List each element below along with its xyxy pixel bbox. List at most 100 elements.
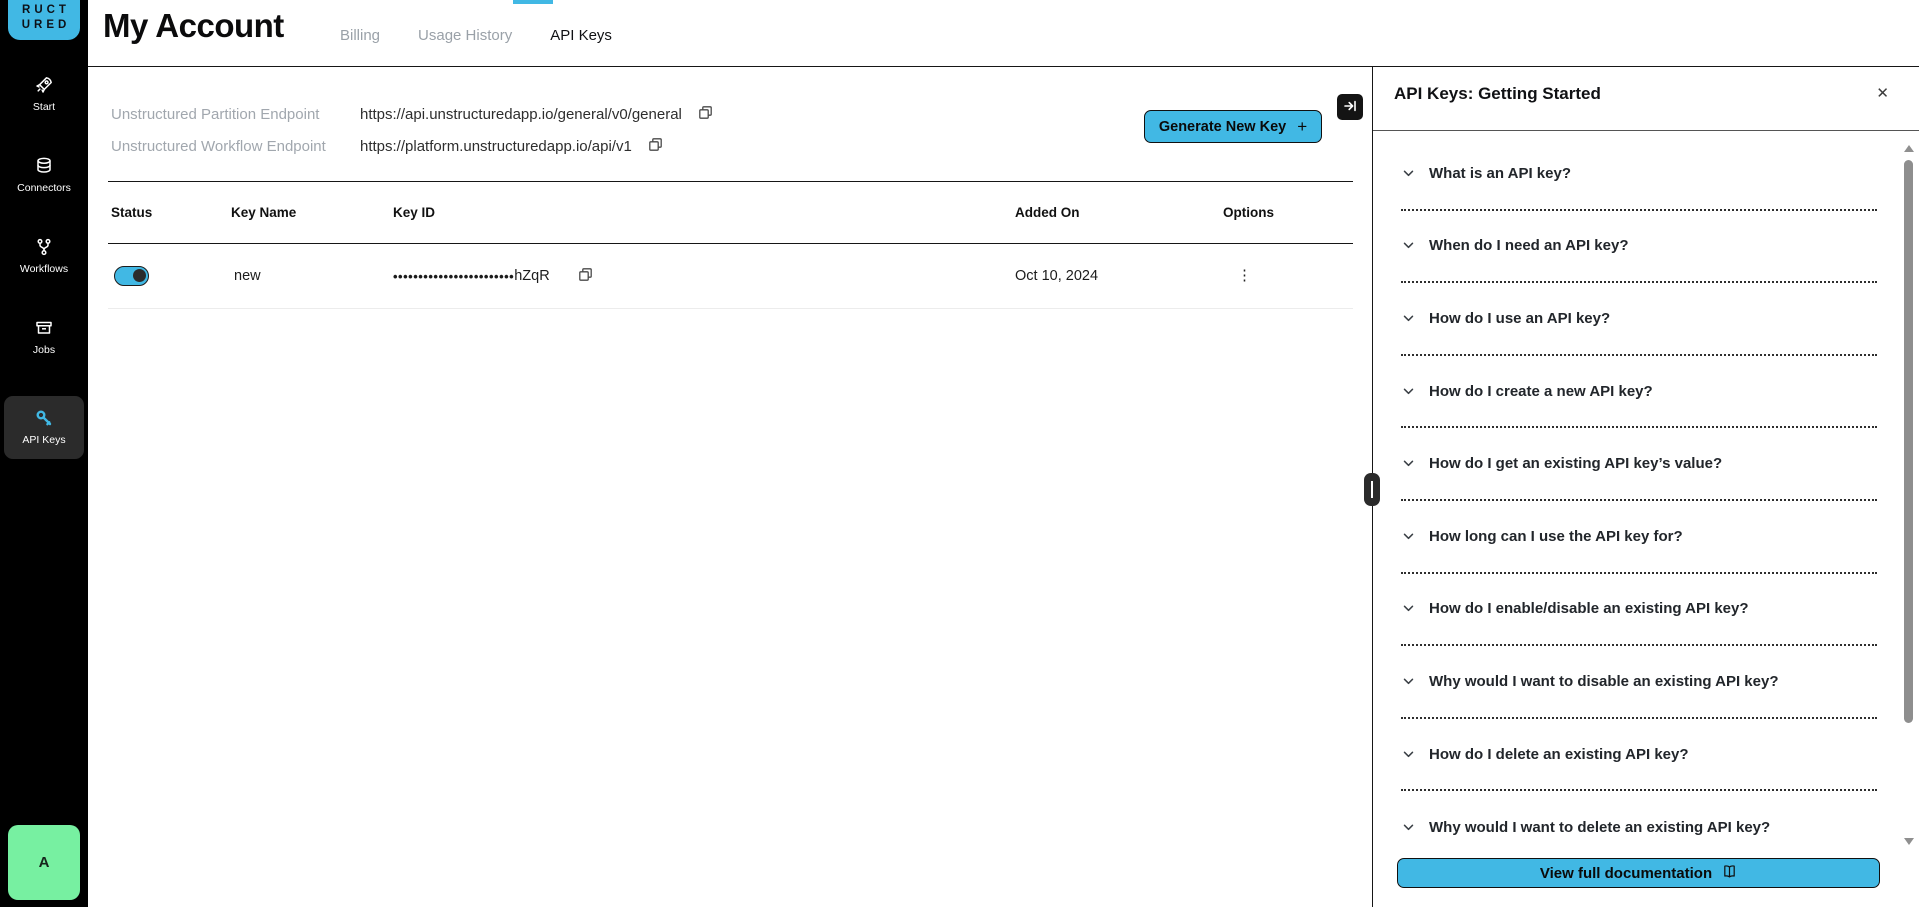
getting-started-panel: API Keys: Getting Started ✕ What is an A…	[1372, 67, 1919, 907]
key-id-cell: •••••••••••••••••••••••• hZqR	[390, 267, 1012, 285]
page-body: Unstructured Partition Endpoint https://…	[88, 67, 1919, 907]
sidebar-item-workflows[interactable]: Workflows	[4, 228, 84, 283]
tab-billing[interactable]: Billing	[340, 27, 380, 44]
copy-workflow-endpoint-button[interactable]	[648, 137, 663, 155]
sidebar-nav: Start Connectors	[0, 66, 88, 485]
chevron-down-icon	[1401, 820, 1416, 835]
faq-question-text: How do I get an existing API key’s value…	[1429, 455, 1722, 472]
chevron-down-icon	[1401, 311, 1416, 326]
row-options-kebab-icon[interactable]: ⋮	[1237, 268, 1252, 283]
chevron-down-icon	[1401, 166, 1416, 181]
faq-accordion-item[interactable]: When do I need an API key?	[1401, 211, 1877, 284]
copy-icon	[648, 137, 663, 155]
faq-accordion-item[interactable]: How do I delete an existing API key?	[1401, 719, 1877, 792]
chevron-down-icon	[1401, 456, 1416, 471]
scrollbar-thumb[interactable]	[1904, 160, 1913, 723]
sidebar-item-connectors[interactable]: Connectors	[4, 147, 84, 202]
panel-title-divider	[1373, 130, 1919, 131]
sidebar-item-jobs[interactable]: Jobs	[4, 309, 84, 364]
endpoints-section: Unstructured Partition Endpoint https://…	[111, 98, 713, 162]
faq-accordion-item[interactable]: How do I use an API key?	[1401, 283, 1877, 356]
main-column: My Account Billing Usage History API Key…	[88, 0, 1919, 907]
faq-question-text: What is an API key?	[1429, 165, 1571, 182]
panel-title: API Keys: Getting Started	[1394, 84, 1601, 104]
page-header: My Account Billing Usage History API Key…	[88, 0, 1919, 67]
sidebar-item-label: Jobs	[33, 344, 55, 356]
faq-accordion-item[interactable]: How do I create a new API key?	[1401, 356, 1877, 429]
column-header-key-name: Key Name	[228, 205, 390, 220]
sidebar-item-label: Connectors	[17, 182, 71, 194]
faq-accordion-item[interactable]: How long can I use the API key for?	[1401, 501, 1877, 574]
faq-question-text: How do I use an API key?	[1429, 310, 1610, 327]
faq-question-text: When do I need an API key?	[1429, 237, 1628, 254]
copy-key-id-button[interactable]	[578, 267, 593, 285]
key-id-masked: ••••••••••••••••••••••••	[393, 269, 514, 284]
key-status-toggle[interactable]	[114, 266, 149, 286]
faq-accordion-item[interactable]: What is an API key?	[1401, 138, 1877, 211]
column-header-added-on: Added On	[1012, 205, 1220, 220]
jobs-box-icon	[34, 318, 54, 338]
tab-usage-history[interactable]: Usage History	[418, 27, 512, 44]
account-tabs: Billing Usage History API Keys	[340, 27, 612, 44]
copy-partition-endpoint-button[interactable]	[698, 105, 713, 123]
key-icon	[34, 408, 54, 428]
faq-accordion-item[interactable]: Why would I want to delete an existing A…	[1401, 791, 1877, 864]
collapse-panel-button[interactable]	[1337, 94, 1363, 120]
column-header-key-id: Key ID	[390, 205, 1012, 220]
generate-new-key-label: Generate New Key	[1159, 119, 1286, 135]
partition-endpoint-row: Unstructured Partition Endpoint https://…	[111, 98, 713, 130]
status-cell	[108, 266, 228, 286]
options-cell: ⋮	[1220, 268, 1353, 284]
scroll-down-arrow-icon[interactable]	[1904, 838, 1914, 845]
generate-new-key-button[interactable]: Generate New Key +	[1144, 110, 1322, 143]
close-icon[interactable]: ✕	[1876, 84, 1889, 102]
sidebar-item-label: Start	[33, 101, 55, 113]
faq-question-text: Why would I want to disable an existing …	[1429, 673, 1779, 690]
copy-icon	[578, 267, 593, 285]
sidebar-item-api-keys[interactable]: API Keys	[4, 396, 84, 459]
tab-api-keys[interactable]: API Keys	[550, 27, 612, 44]
workflow-endpoint-row: Unstructured Workflow Endpoint https://p…	[111, 130, 713, 162]
panel-resize-handle[interactable]	[1364, 473, 1380, 506]
chevron-down-icon	[1401, 238, 1416, 253]
open-book-icon	[1722, 864, 1737, 883]
logo-text-line1: RUCT	[22, 4, 70, 16]
column-header-status: Status	[108, 205, 228, 220]
faq-question-text: How do I enable/disable an existing API …	[1429, 600, 1749, 617]
chevron-down-icon	[1401, 674, 1416, 689]
faq-accordion-item[interactable]: How do I enable/disable an existing API …	[1401, 574, 1877, 647]
faq-question-text: How do I delete an existing API key?	[1429, 746, 1689, 763]
table-header-row: Status Key Name Key ID Added On Options	[108, 181, 1353, 244]
unstructured-logo[interactable]: RUCT URED	[8, 0, 80, 40]
chevron-down-icon	[1401, 747, 1416, 762]
chevron-down-icon	[1401, 601, 1416, 616]
avatar[interactable]: A	[8, 825, 80, 900]
faq-question-text: How long can I use the API key for?	[1429, 528, 1683, 545]
plus-icon: +	[1297, 117, 1307, 137]
view-full-documentation-button[interactable]: View full documentation	[1397, 858, 1880, 888]
sidebar-item-label: API Keys	[22, 434, 65, 446]
column-header-options: Options	[1220, 205, 1353, 220]
faq-accordion-item[interactable]: How do I get an existing API key’s value…	[1401, 428, 1877, 501]
faq-list: What is an API key? When do I need an AP…	[1401, 138, 1877, 864]
key-name-cell: new	[228, 268, 390, 284]
rocket-icon	[34, 75, 54, 95]
api-keys-table: Status Key Name Key ID Added On Options …	[108, 181, 1353, 309]
endpoint-value: https://platform.unstructuredapp.io/api/…	[360, 138, 632, 155]
panel-scrollbar	[1902, 145, 1916, 845]
page-title: My Account	[103, 7, 284, 45]
collapse-arrow-icon	[1343, 99, 1357, 116]
endpoint-label: Unstructured Partition Endpoint	[111, 106, 360, 123]
chevron-down-icon	[1401, 529, 1416, 544]
scroll-up-arrow-icon[interactable]	[1904, 145, 1914, 152]
endpoint-value: https://api.unstructuredapp.io/general/v…	[360, 106, 682, 123]
faq-question-text: How do I create a new API key?	[1429, 383, 1653, 400]
sidebar-item-start[interactable]: Start	[4, 66, 84, 121]
added-on-cell: Oct 10, 2024	[1012, 268, 1220, 284]
sidebar-item-label: Workflows	[20, 263, 68, 275]
api-keys-content: Unstructured Partition Endpoint https://…	[88, 67, 1372, 907]
resize-handle-grip	[1371, 481, 1373, 498]
logo-text-line2: URED	[22, 19, 71, 31]
faq-accordion-item[interactable]: Why would I want to disable an existing …	[1401, 646, 1877, 719]
workflow-branch-icon	[34, 237, 54, 257]
